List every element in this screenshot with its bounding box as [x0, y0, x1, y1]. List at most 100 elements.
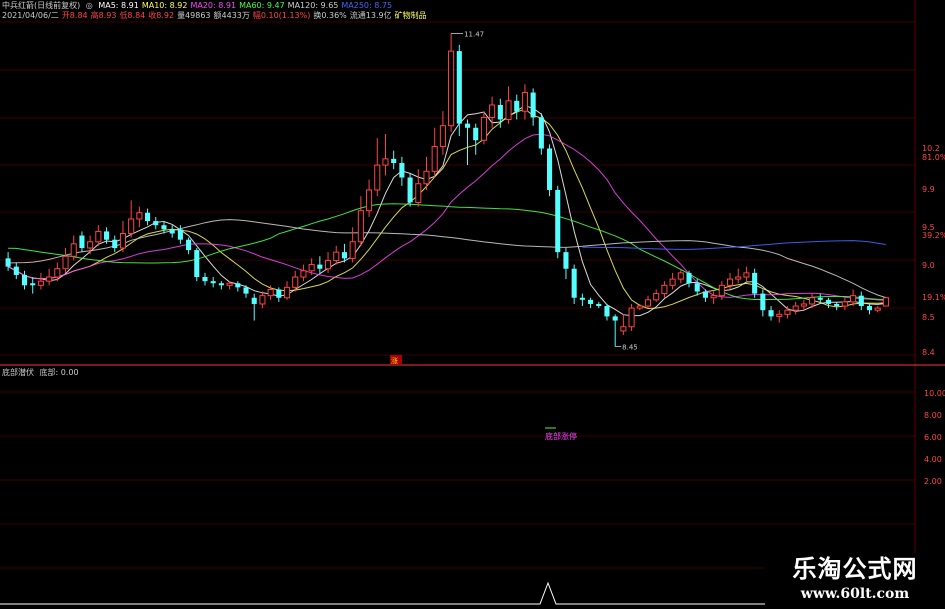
- candle-body: [644, 299, 652, 307]
- indicator-tick-label: 2.00: [924, 477, 942, 486]
- candle: [604, 303, 610, 321]
- candle: [13, 262, 19, 280]
- quote-field-6: 额4433万: [213, 11, 250, 20]
- candle-body: [448, 50, 455, 127]
- candle: [145, 208, 151, 226]
- price-tick-label: 19.1%: [922, 293, 945, 302]
- candle: [300, 264, 307, 282]
- candle: [505, 86, 512, 124]
- candle: [882, 296, 889, 307]
- candle-body: [874, 307, 881, 311]
- candle: [399, 156, 405, 186]
- ma-label-5: MA250: 8.75: [341, 1, 393, 10]
- candle: [70, 235, 77, 261]
- candle-body: [37, 280, 44, 286]
- target-icon: ◎: [85, 1, 93, 10]
- candle: [636, 303, 643, 311]
- candle: [431, 127, 438, 178]
- candle-body: [21, 274, 28, 286]
- candle-body: [841, 301, 848, 307]
- candle: [186, 237, 192, 255]
- watermark-title: 乐淘公式网: [792, 554, 918, 583]
- candle-body: [563, 252, 569, 269]
- candle-body: [669, 278, 676, 286]
- candle-body: [505, 100, 512, 120]
- candle: [628, 303, 635, 331]
- candle: [735, 268, 742, 284]
- candle-body: [292, 276, 299, 288]
- candle-body: [202, 277, 208, 282]
- candle-body: [112, 239, 118, 248]
- site-watermark: 乐淘公式网 www.60lt.com: [765, 553, 945, 609]
- candle-body: [62, 255, 69, 270]
- candle-body: [530, 92, 536, 118]
- candle-body: [300, 270, 307, 278]
- candle-body: [399, 163, 405, 178]
- candle-body: [702, 291, 708, 298]
- candle: [841, 297, 848, 311]
- subchart-title: 底部潜伏: [2, 368, 34, 377]
- candle: [391, 150, 397, 170]
- candle-body: [194, 250, 200, 278]
- indicator-tick-label: 6.00: [924, 433, 942, 442]
- candle: [661, 281, 668, 298]
- quote-field-7: 幅0.10(1.13%): [252, 11, 311, 20]
- candle-body: [636, 305, 643, 309]
- candle-body: [317, 264, 323, 269]
- price-tick-label: 10.2: [922, 144, 940, 153]
- candle-body: [5, 258, 11, 267]
- candle: [555, 185, 561, 259]
- indicator-tick-label: 4.00: [924, 455, 942, 464]
- candle-body: [259, 295, 266, 305]
- candle: [752, 268, 758, 298]
- candle-body: [382, 158, 389, 166]
- candle-body: [735, 276, 742, 280]
- candle: [760, 289, 766, 317]
- candle: [95, 225, 102, 246]
- candle: [596, 301, 602, 309]
- candle-body: [726, 278, 734, 286]
- candle-body: [283, 286, 291, 299]
- ma-labels: MA5: 8.91 MA10: 8.92 MA20: 8.91 MA60: 9.47 M…: [98, 1, 395, 10]
- candle-body: [521, 92, 528, 112]
- candle: [128, 200, 135, 238]
- candle: [653, 289, 660, 302]
- candle-body: [480, 116, 487, 141]
- candle-body: [128, 218, 135, 234]
- candle-body: [357, 210, 364, 243]
- candle-body: [858, 295, 864, 307]
- ma-label-4: MA120: 9.65: [287, 1, 339, 10]
- candle-body: [464, 123, 471, 128]
- candle: [825, 297, 832, 309]
- candle: [169, 225, 175, 238]
- candle-body: [604, 306, 610, 317]
- candle-body: [792, 305, 799, 311]
- candle: [579, 293, 585, 307]
- candle-body: [243, 287, 249, 294]
- candle-body: [325, 259, 332, 270]
- candle: [374, 138, 381, 197]
- candle: [800, 299, 807, 311]
- candle-body: [743, 272, 750, 278]
- quote-field-9: 流通13.9亿: [349, 11, 392, 20]
- candle: [62, 248, 69, 273]
- candle: [612, 314, 618, 347]
- annotations: 11.47 8.45 涨: [390, 30, 638, 365]
- candle: [30, 277, 36, 294]
- candle: [834, 301, 840, 311]
- candle: [202, 272, 208, 286]
- candle: [46, 268, 53, 286]
- candle: [620, 314, 627, 336]
- candle-body: [456, 51, 462, 124]
- candle: [153, 216, 159, 230]
- candle: [464, 119, 471, 166]
- candle-body: [439, 125, 446, 147]
- candle: [588, 297, 594, 309]
- candle-body: [161, 225, 167, 230]
- indicator-tick-label: 10.00: [924, 389, 945, 398]
- candle: [37, 272, 44, 290]
- subchart-header: 底部潜伏 底部: 0.00: [2, 367, 82, 378]
- candle-body: [776, 313, 783, 317]
- candle: [866, 303, 873, 315]
- candle: [776, 310, 783, 323]
